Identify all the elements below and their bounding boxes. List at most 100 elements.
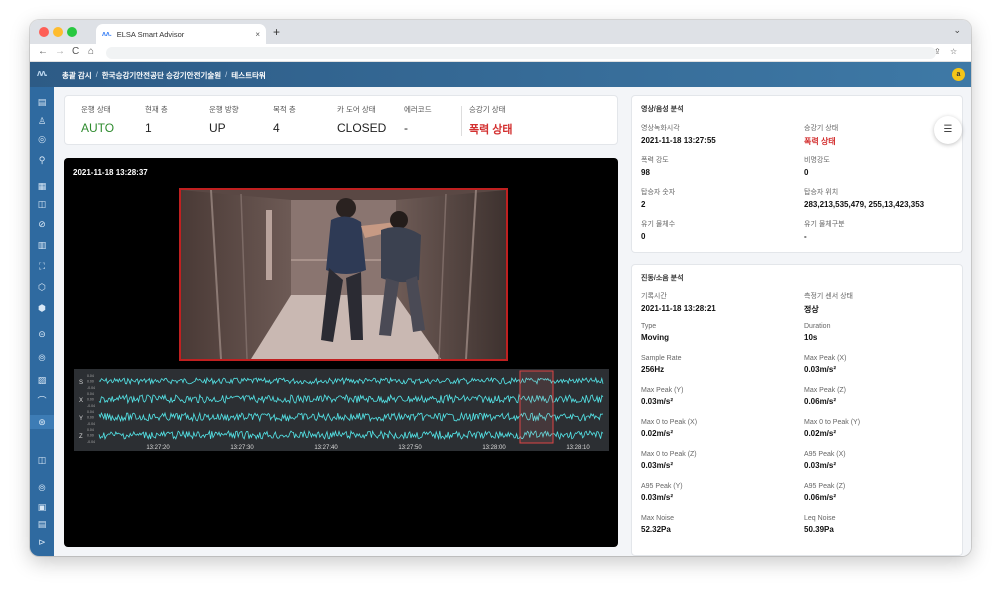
maximize-window-button[interactable] xyxy=(67,27,77,37)
run-status-label: 운행 상태 xyxy=(81,105,111,114)
app-header: ʌʌ. 총괄 감시 / 한국승강기안전공단 승강기안전기술원 / 테스트타워 a xyxy=(30,62,971,87)
vib_analysis-field: Duration 10s xyxy=(804,323,830,342)
sidebar-item-block-icon[interactable]: ⊘ xyxy=(30,217,54,231)
sidebar-item-settings-icon[interactable]: ⦾ xyxy=(30,351,54,365)
field-label: Leq Noise xyxy=(804,515,836,522)
elevator-state-value: 폭력 상태 xyxy=(469,124,513,136)
sidebar-item-compass-icon[interactable]: ◎ xyxy=(30,132,54,146)
error-code-value: - xyxy=(404,121,408,135)
vibration-signal-chart[interactable]: S 0.04 0.00 -0.04 X 0.04 0.00 -0.04 Y 0.04 0.00 -0.… xyxy=(74,369,609,451)
sidebar-item-signal-icon[interactable]: ⦾ xyxy=(30,481,54,495)
field-value: 0 xyxy=(804,168,809,177)
field-label: A95 Peak (Y) xyxy=(641,483,683,490)
sidebar-item-book-icon[interactable]: ▣ xyxy=(30,500,54,514)
sidebar-item-user-icon[interactable]: ♙ xyxy=(30,114,54,128)
back-arrow-icon[interactable]: ← xyxy=(38,46,48,58)
field-label: 폭력 강도 xyxy=(641,157,669,164)
breadcrumb-separator: / xyxy=(225,70,228,79)
door-label: 카 도어 상태 xyxy=(337,105,376,114)
elevator-status-card: 운행 상태 AUTO 현재 층 1 운행 방향 UP 목적 층 4 카 도어 상… xyxy=(64,95,618,145)
elevator-camera-frame[interactable] xyxy=(179,188,508,361)
ytick-top: 0.04 xyxy=(87,374,94,378)
sidebar-item-play-icon[interactable]: ⊳ xyxy=(30,535,54,549)
field-value: 0 xyxy=(641,232,646,241)
field-value: 0.02m/s² xyxy=(641,429,674,438)
list-menu-button[interactable]: ☰ xyxy=(934,116,962,144)
elsa-favicon-icon: ʌʌ. xyxy=(102,30,112,38)
breadcrumb-item-monitoring[interactable]: 총괄 감시 xyxy=(62,70,92,81)
time-tick-label: 13:27:40 xyxy=(314,445,338,451)
url-input[interactable] xyxy=(106,47,936,59)
vibration-waveform: S 0.04 0.00 -0.04 X 0.04 0.00 -0.04 Y 0.04 0.00 -0.… xyxy=(79,370,604,451)
ytick-bottom: -0.04 xyxy=(87,404,95,408)
ytick-bottom: -0.04 xyxy=(87,440,95,444)
sidebar-item-globe-icon[interactable]: ⊛ xyxy=(30,415,54,429)
ytick-bottom: -0.04 xyxy=(87,422,95,426)
vibration-analysis-card: 진동/소음 분석 기록시간 2021-11-18 13:28:21 측정기 센서 상… xyxy=(631,264,963,556)
breadcrumb-separator: / xyxy=(95,70,98,79)
status-run: 운행 상태 AUTO xyxy=(81,104,114,135)
user-avatar[interactable]: a xyxy=(952,68,965,81)
field-value: 50.39Pa xyxy=(804,525,834,534)
reload-icon[interactable]: C xyxy=(72,46,79,58)
sidebar-item-columns-icon[interactable]: ◫ xyxy=(30,197,54,211)
vib_analysis-field: Type Moving xyxy=(641,323,669,342)
browser-window: ʌʌ. ELSA Smart Advisor × + ⌄ ← → C ⌂ ⇪ ☆… xyxy=(30,20,971,556)
tab-close-icon[interactable]: × xyxy=(255,30,260,39)
field-label: A95 Peak (X) xyxy=(804,451,846,458)
bookmark-star-icon[interactable]: ☆ xyxy=(950,47,957,56)
new-tab-button[interactable]: + xyxy=(273,25,280,39)
minimize-window-button[interactable] xyxy=(53,27,63,37)
selection-window[interactable] xyxy=(519,370,554,444)
browser-tab-active[interactable]: ʌʌ. ELSA Smart Advisor × xyxy=(96,24,266,44)
home-icon[interactable]: ⌂ xyxy=(88,46,94,58)
breadcrumb: 총괄 감시 / 한국승강기안전공단 승강기안전기술원 / 테스트타워 xyxy=(62,70,266,81)
elsa-logo-icon[interactable]: ʌʌ. xyxy=(37,68,47,78)
sidebar-item-chart-icon[interactable]: ▨ xyxy=(30,373,54,387)
sidebar-item-cube-icon[interactable]: ⬡ xyxy=(30,280,54,294)
av_analysis-field: 비명강도 0 xyxy=(804,155,830,177)
breadcrumb-item-institute[interactable]: 한국승강기안전공단 승강기안전기술원 xyxy=(102,70,221,81)
cctv-video-panel[interactable]: 2021-11-18 13:28:37 S 0.04 0.00 -0.04 X … xyxy=(64,158,618,547)
sidebar-item-tree-icon[interactable]: ⛶ xyxy=(30,259,54,273)
field-value: - xyxy=(804,232,807,241)
status-error: 에러코드 - xyxy=(404,104,432,135)
sidebar-item-gauge-icon[interactable]: ⌒ xyxy=(30,394,54,408)
sidebar-item-minus-icon[interactable]: ⊝ xyxy=(30,327,54,341)
vib_analysis-field: Max Peak (Z) 0.06m/s² xyxy=(804,387,846,406)
sidebar-item-dashboard-icon[interactable]: ▤ xyxy=(30,95,54,109)
ytick-top: 0.04 xyxy=(87,428,94,432)
tab-list-chevron-icon[interactable]: ⌄ xyxy=(953,25,961,36)
close-window-button[interactable] xyxy=(39,27,49,37)
field-value: 0.02m/s² xyxy=(804,429,837,438)
field-value: 2021-11-18 13:28:21 xyxy=(641,304,716,313)
av-analysis-title: 영상/음성 분석 xyxy=(641,106,684,113)
share-icon[interactable]: ⇪ xyxy=(934,47,941,56)
tab-title: ELSA Smart Advisor xyxy=(116,29,185,39)
field-label: 유기 물체수 xyxy=(641,221,676,228)
field-value: 0.03m/s² xyxy=(641,397,674,406)
vib_analysis-field: Max Noise 52.32Pa xyxy=(641,515,674,534)
breadcrumb-item-tower[interactable]: 테스트타워 xyxy=(231,70,266,81)
error-code-label: 에러코드 xyxy=(404,105,432,114)
field-value: Moving xyxy=(641,333,669,342)
sidebar-item-grid-icon[interactable]: ▦ xyxy=(30,179,54,193)
field-label: Max Peak (X) xyxy=(804,355,847,362)
field-value: 0.03m/s² xyxy=(641,461,674,470)
field-label: Max Noise xyxy=(641,515,675,522)
sidebar-item-list-icon[interactable]: ▤ xyxy=(30,517,54,531)
field-value: 2021-11-18 13:27:55 xyxy=(641,136,716,145)
browser-tab-bar: ʌʌ. ELSA Smart Advisor × + ⌄ xyxy=(30,20,971,44)
forward-arrow-icon[interactable]: → xyxy=(55,46,65,58)
sidebar-item-panel-icon[interactable]: ◫ xyxy=(30,453,54,467)
field-label: A95 Peak (Z) xyxy=(804,483,846,490)
vib_analysis-field: A95 Peak (Y) 0.03m/s² xyxy=(641,483,683,502)
field-label: 측정기 센서 상태 xyxy=(804,293,853,300)
sidebar-item-search-icon[interactable]: ⚲ xyxy=(30,153,54,167)
vib_analysis-field: Max Peak (X) 0.03m/s² xyxy=(804,355,846,374)
field-label: Max Peak (Y) xyxy=(641,387,684,394)
field-label: 승강기 상태 xyxy=(804,125,839,132)
field-value: 0.06m/s² xyxy=(804,397,837,406)
sidebar-item-cube-solid-icon[interactable]: ⬢ xyxy=(30,301,54,315)
sidebar-item-file-icon[interactable]: ▥ xyxy=(30,238,54,252)
